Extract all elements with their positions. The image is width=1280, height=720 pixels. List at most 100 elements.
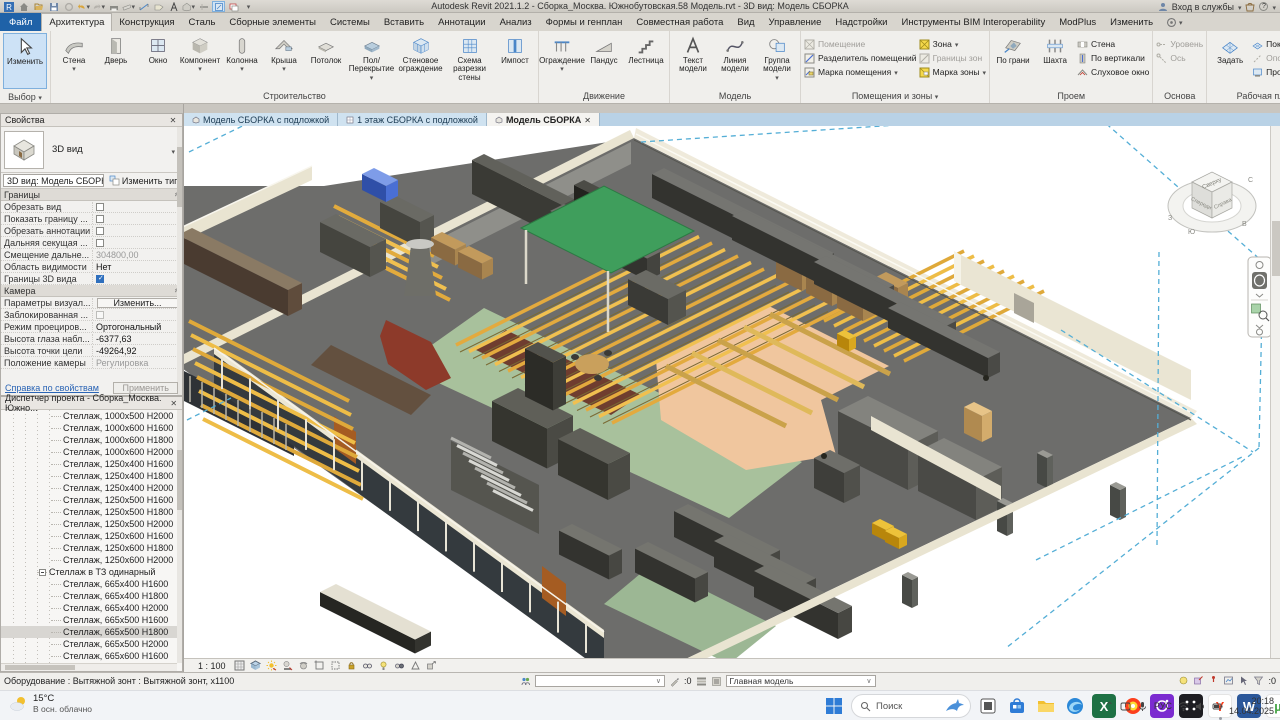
project-browser-close-icon[interactable] xyxy=(169,398,178,408)
tree-item[interactable]: Стеллаж, 1000x600 H2000 xyxy=(1,446,177,458)
ceiling-button[interactable]: Потолок xyxy=(306,33,346,65)
microsoft-store-icon[interactable] xyxy=(1005,694,1029,718)
wall-opening-button[interactable]: Стена xyxy=(1077,37,1149,51)
print-icon[interactable] xyxy=(107,1,120,12)
sun-path-icon[interactable] xyxy=(265,660,278,672)
ribbon-display-toggle[interactable] xyxy=(1160,13,1183,31)
tab-bim-interoperability[interactable]: Инструменты BIM Interoperability xyxy=(894,13,1052,31)
property-row[interactable]: Обрезать аннотации xyxy=(1,225,182,237)
model-view[interactable]: Сверху Спереди Справа С В Ю З xyxy=(184,126,1280,658)
property-row[interactable]: Дальняя секущая ... xyxy=(1,237,182,249)
property-row[interactable]: Параметры визуал...Изменить... xyxy=(1,297,182,309)
tray-touchpad-icon[interactable] xyxy=(1120,701,1131,712)
crop-view-checkbox[interactable] xyxy=(96,203,104,211)
tree-item[interactable]: Стеллаж, 1000x600 H1600 xyxy=(1,422,177,434)
area-tag-button[interactable]: Марка зоны xyxy=(919,65,986,79)
crop-visible-checkbox[interactable] xyxy=(96,215,104,223)
crop-view-icon[interactable] xyxy=(313,660,326,672)
redo-icon[interactable] xyxy=(92,1,105,12)
measure-icon[interactable] xyxy=(122,1,135,12)
open-icon[interactable] xyxy=(32,1,45,12)
room-button[interactable]: Помещение xyxy=(804,37,917,51)
ref-plane-button[interactable]: Опорная плоскость xyxy=(1252,51,1280,65)
set-workplane-button[interactable]: Задать xyxy=(1210,33,1250,65)
vertical-opening-button[interactable]: По вертикали xyxy=(1077,51,1149,65)
microphone-icon[interactable] xyxy=(1137,701,1148,712)
tree-item[interactable]: Стеллаж, 1250x400 H1600 xyxy=(1,458,177,470)
revit-app-icon[interactable]: R xyxy=(2,1,15,12)
property-row[interactable]: Заблокированная ... xyxy=(1,309,182,321)
curtain-grid-button[interactable]: Схема разрезки стены xyxy=(446,33,493,82)
active-workset-select[interactable]: ∨ xyxy=(535,675,665,687)
property-row[interactable]: Показать границу ... xyxy=(1,213,182,225)
window-button[interactable]: Окно xyxy=(138,33,178,65)
tab-architecture[interactable]: Архитектура xyxy=(41,13,112,31)
tree-item[interactable]: Стеллаж, 1250x500 H2000 xyxy=(1,518,177,530)
door-button[interactable]: Дверь xyxy=(96,33,136,65)
modify-button[interactable]: Изменить xyxy=(3,33,47,89)
sync-icon[interactable] xyxy=(62,1,75,12)
property-row[interactable]: Границы 3D вида xyxy=(1,273,182,285)
view-tab[interactable]: 1 этаж СБОРКА с подложкой xyxy=(338,113,487,126)
edit-type-button[interactable]: Изменить тип xyxy=(106,175,182,186)
pin-icon[interactable] xyxy=(1208,675,1219,686)
railing-button[interactable]: Ограждение xyxy=(542,33,582,74)
analytical-model-icon[interactable] xyxy=(409,660,422,672)
annotation-crop-checkbox[interactable] xyxy=(96,227,104,235)
help-caret[interactable] xyxy=(1272,2,1276,12)
area-button[interactable]: Зона xyxy=(919,37,986,51)
show-crop-icon[interactable] xyxy=(329,660,342,672)
viewcube[interactable]: Сверху Спереди Справа С В Ю З xyxy=(1168,172,1256,236)
far-clip-checkbox[interactable] xyxy=(96,239,104,247)
task-view-button[interactable] xyxy=(976,694,1000,718)
shaft-button[interactable]: Шахта xyxy=(1035,33,1075,65)
tab-annotate[interactable]: Аннотации xyxy=(431,13,493,31)
property-row[interactable]: Режим проециров...Ортогональный xyxy=(1,321,182,333)
tab-manage[interactable]: Управление xyxy=(762,13,829,31)
background-processes-icon[interactable] xyxy=(1223,675,1234,686)
design-options-icon[interactable] xyxy=(696,676,707,687)
tab-massing-site[interactable]: Формы и генплан xyxy=(539,13,630,31)
tree-item[interactable]: Стеллаж, 1250x600 H2000 xyxy=(1,554,177,566)
section-box-checkbox[interactable] xyxy=(96,275,104,283)
canvas-vertical-scrollbar[interactable] xyxy=(1270,126,1280,658)
help-button[interactable]: ? xyxy=(1259,2,1268,11)
property-row[interactable]: Область видимостиНет xyxy=(1,261,182,273)
tab-insert[interactable]: Вставить xyxy=(377,13,431,31)
reveal-hidden-icon[interactable] xyxy=(377,660,390,672)
render-dialog-icon[interactable] xyxy=(297,660,310,672)
tree-item[interactable]: Стеллаж, 665x400 H2000 xyxy=(1,602,177,614)
type-preview[interactable] xyxy=(4,131,44,169)
tab-collaborate[interactable]: Совместная работа xyxy=(629,13,730,31)
section-camera[interactable]: Камера xyxy=(1,285,182,297)
tree-item[interactable]: Стеллаж, 1250x400 H2000 xyxy=(1,482,177,494)
exclude-options-icon[interactable] xyxy=(1178,675,1189,686)
hide-isolate-icon[interactable] xyxy=(361,660,374,672)
column-button[interactable]: Колонна xyxy=(222,33,262,74)
model-text-button[interactable]: Текст модели xyxy=(673,33,713,74)
curtain-system-button[interactable]: Стеновое ограждение xyxy=(397,33,444,74)
model-group-button[interactable]: Группа модели xyxy=(757,33,797,82)
tree-item[interactable]: Стеллаж, 1250x500 H1800 xyxy=(1,506,177,518)
collapse-icon[interactable] xyxy=(39,569,46,576)
property-row[interactable]: Высота точки цели-49264,92 xyxy=(1,345,182,357)
type-selector[interactable]: 3D вид: Модель СБОРКА∨ xyxy=(3,174,104,187)
tab-file[interactable]: Файл xyxy=(0,13,41,31)
properties-help-link[interactable]: Справка по свойствам xyxy=(5,383,99,393)
tree-item[interactable]: Стеллаж, 1000x600 H1800 xyxy=(1,434,177,446)
dormer-button[interactable]: Слуховое окно xyxy=(1077,65,1149,79)
area-boundary-button[interactable]: Границы зон xyxy=(919,51,986,65)
properties-close-icon[interactable] xyxy=(168,115,178,125)
temporary-view-properties-icon[interactable] xyxy=(393,660,406,672)
file-explorer-icon[interactable] xyxy=(1034,694,1058,718)
sign-in-button[interactable]: Вход в службы xyxy=(1172,2,1234,12)
editable-only-icon[interactable] xyxy=(669,676,680,687)
search-box[interactable]: Поиск xyxy=(851,694,971,718)
component-button[interactable]: Компонент xyxy=(180,33,220,74)
tree-item[interactable]: Стеллаж, 665x400 H1600 xyxy=(1,578,177,590)
scroll-thumb[interactable] xyxy=(1272,221,1280,276)
tray-expand-icon[interactable]: ⌃ xyxy=(1106,701,1114,712)
displacement-sets-icon[interactable] xyxy=(425,660,438,672)
design-option-select[interactable]: Главная модель∨ xyxy=(726,675,876,687)
browser-scrollbar[interactable] xyxy=(177,410,182,663)
